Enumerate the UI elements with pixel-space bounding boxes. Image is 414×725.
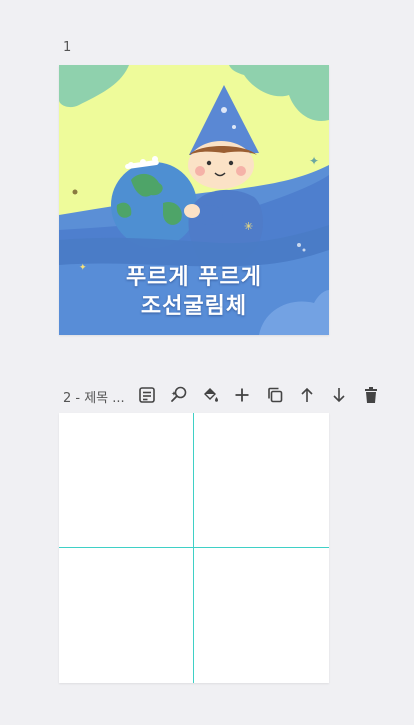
page-2-title[interactable]: 2 - 제목 ...: [63, 387, 125, 406]
duplicate-icon[interactable]: [263, 383, 287, 407]
trash-icon[interactable]: [359, 383, 383, 407]
plus-icon[interactable]: [230, 383, 254, 407]
svg-text:✳: ✳: [244, 220, 253, 233]
svg-text:✦: ✦: [171, 390, 177, 398]
magic-search-icon[interactable]: ✦: [167, 383, 191, 407]
artwork-title-line-2: 조선굴림체: [140, 294, 248, 319]
page-1-number: 1: [63, 40, 72, 55]
arrow-up-icon[interactable]: [295, 383, 319, 407]
page-1-thumbnail[interactable]: ✦ ✳ ✦ 푸르게 푸르게 조선굴림체: [59, 65, 329, 335]
artwork-title-line-1: 푸르게 푸르게: [125, 265, 263, 290]
paint-bucket-icon[interactable]: [198, 383, 222, 407]
note-icon[interactable]: [135, 383, 159, 407]
page-2-toolbar: 2 - 제목 ... ✦: [59, 383, 377, 407]
vertical-center-guide: [193, 413, 194, 683]
arrow-down-icon[interactable]: [327, 383, 351, 407]
page-2-canvas[interactable]: [59, 413, 329, 683]
horizontal-center-guide: [59, 547, 329, 548]
svg-text:✦: ✦: [309, 154, 319, 168]
